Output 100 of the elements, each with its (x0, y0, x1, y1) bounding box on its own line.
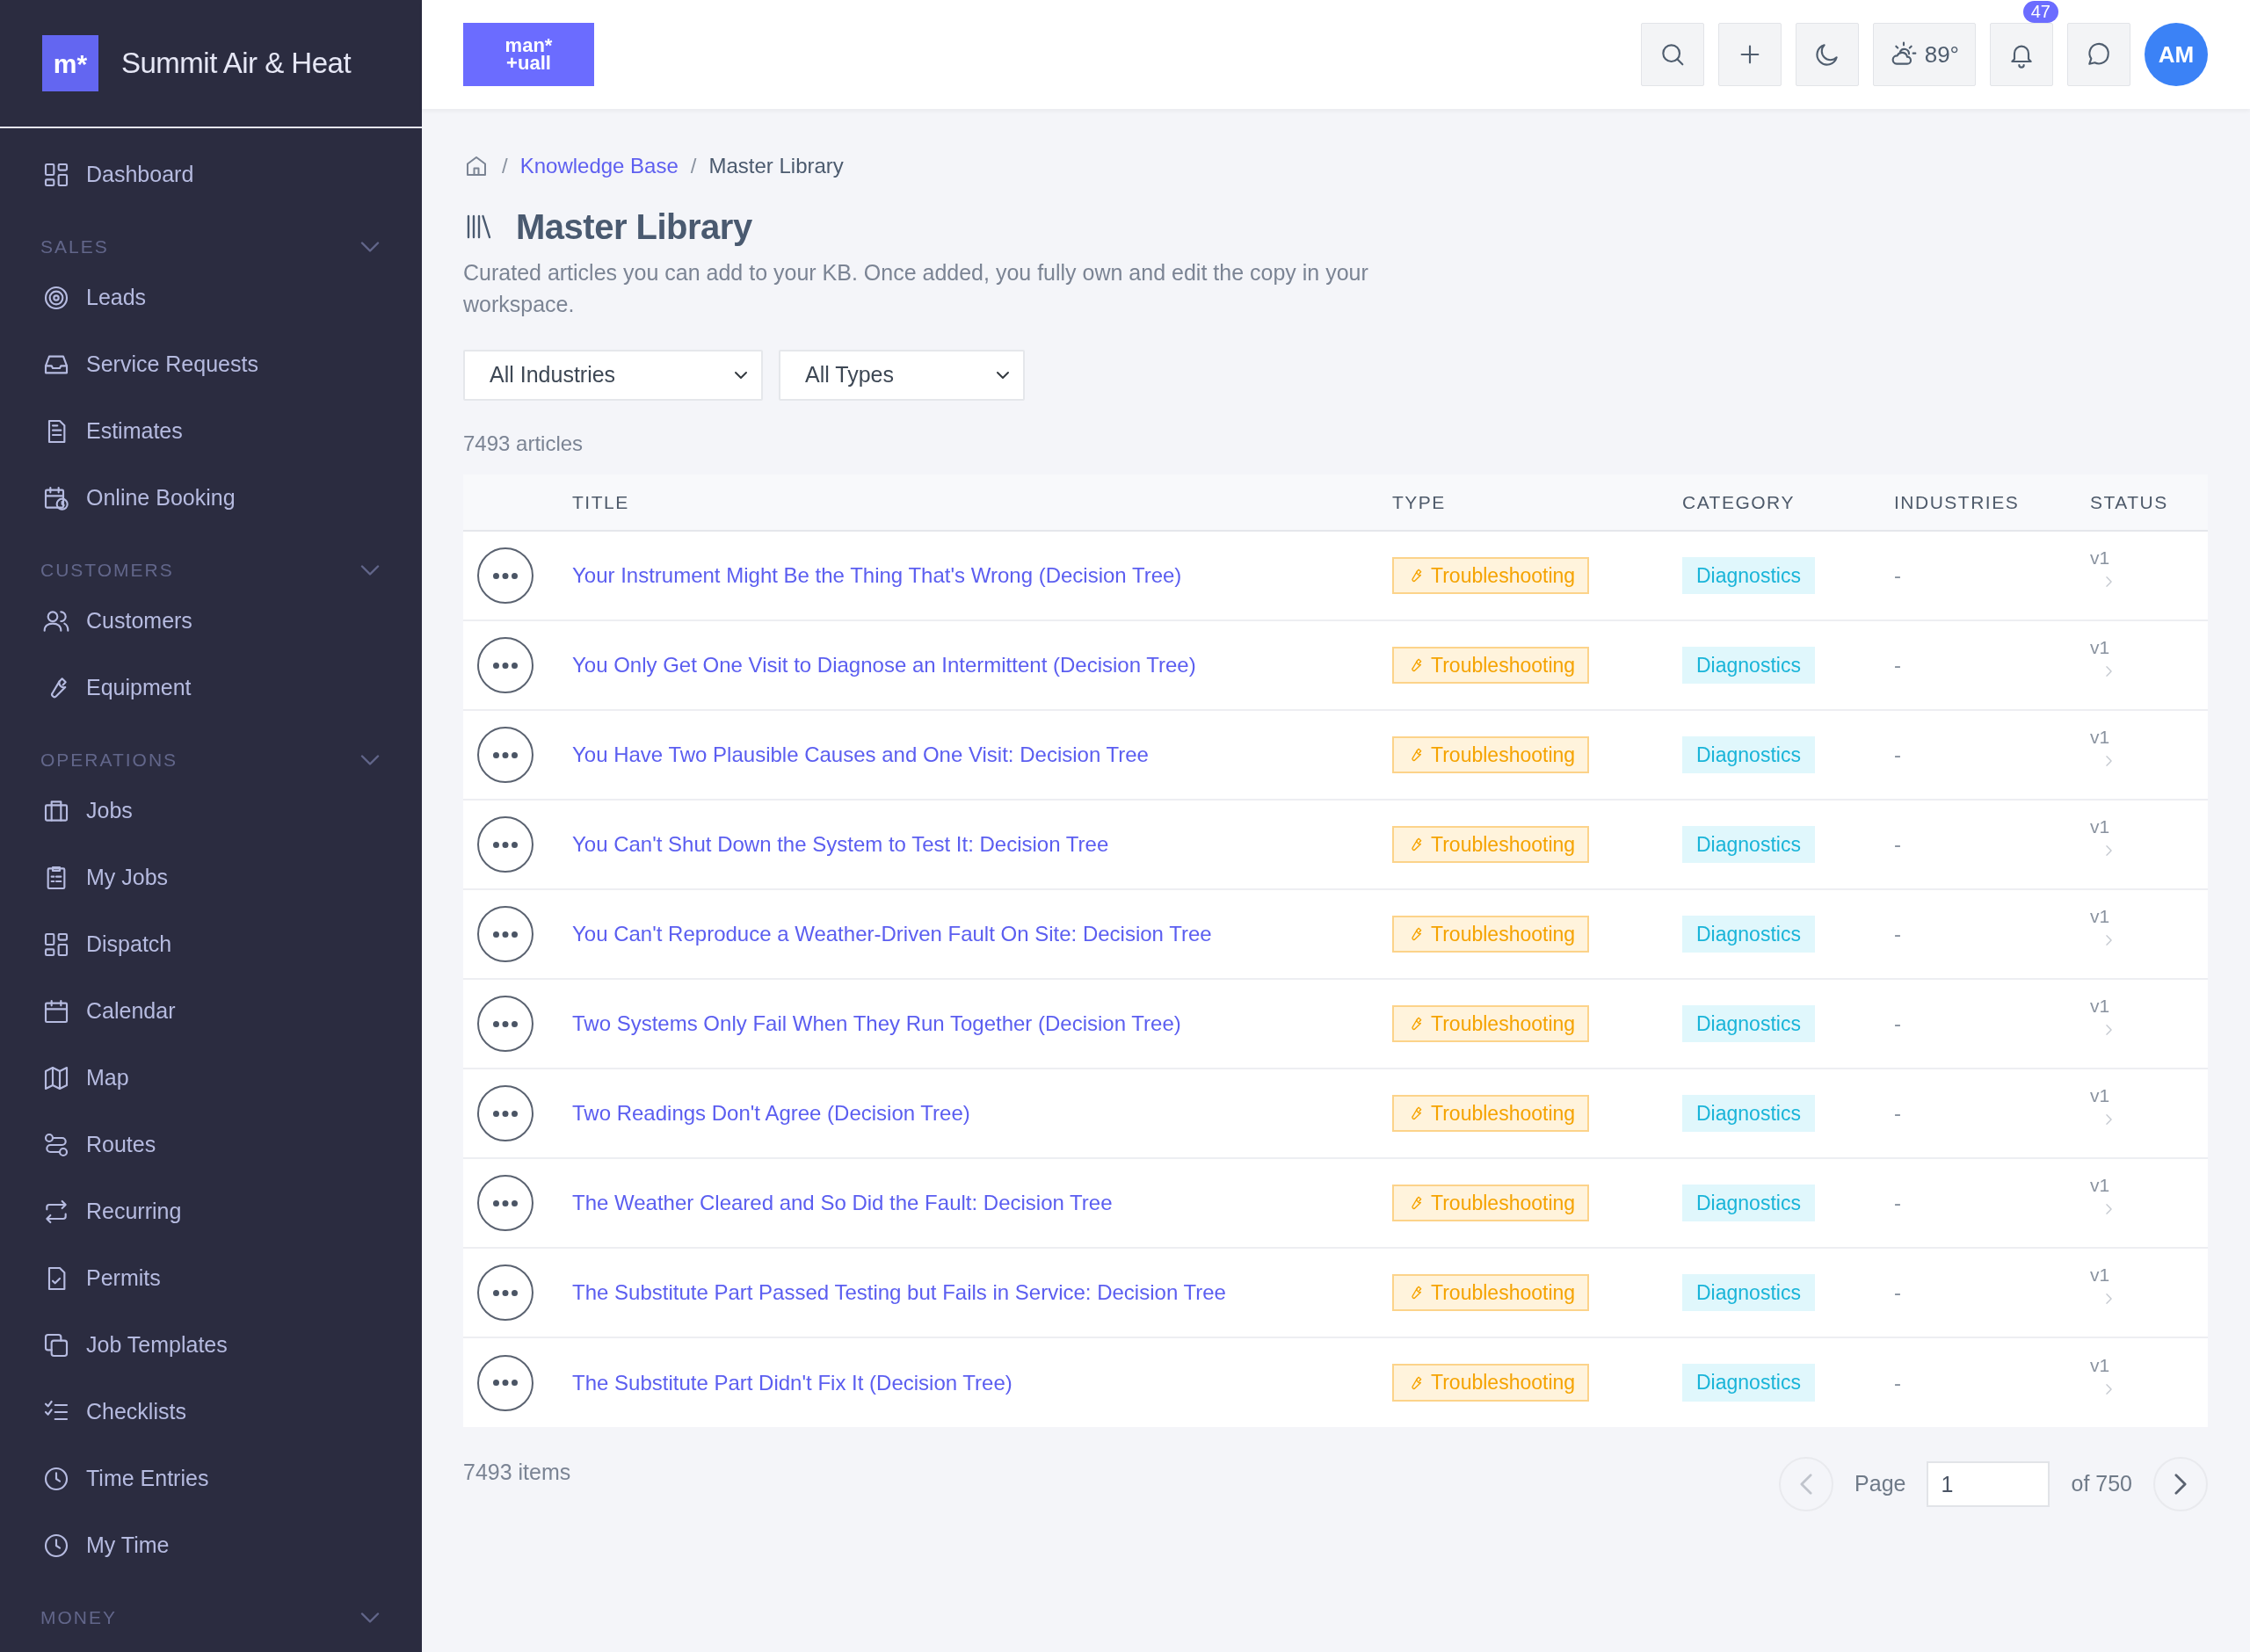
chevron-right-icon (2106, 1293, 2112, 1304)
category-badge: Diagnostics (1682, 1184, 1815, 1222)
column-header: INDUSTRIES (1883, 475, 2079, 531)
breadcrumb-separator: / (502, 153, 508, 179)
sidebar-item[interactable]: Map (0, 1045, 422, 1112)
type-label: Troubleshooting (1431, 742, 1576, 768)
column-header: TITLE (562, 475, 1382, 531)
more-button[interactable] (477, 816, 533, 873)
sidebar-item[interactable]: Dashboard (0, 141, 422, 208)
brand-name: Summit Air & Heat (121, 46, 352, 82)
sidebar-item[interactable]: Dispatch (0, 911, 422, 978)
clock-icon (42, 1465, 70, 1493)
weather-button[interactable]: 89° (1872, 23, 1976, 86)
sidebar-item[interactable]: Service Requests (0, 331, 422, 398)
category-badge: Diagnostics (1682, 1364, 1815, 1402)
industries-text: - (1894, 743, 1901, 766)
map-icon (42, 1064, 70, 1092)
breadcrumb-link[interactable]: Knowledge Base (519, 151, 679, 181)
status-text: v1 (2090, 1084, 2111, 1107)
sidebar-item[interactable]: Customers (0, 588, 422, 655)
article-title-link[interactable]: You Have Two Plausible Causes and One Visit: Decision Tree (572, 743, 1149, 766)
page-label: Page (1854, 1470, 1906, 1498)
more-button[interactable] (477, 996, 533, 1052)
column-header: TYPE (1382, 475, 1672, 531)
type-label: Troubleshooting (1431, 1100, 1576, 1127)
copy-icon (42, 1331, 70, 1359)
article-title-link[interactable]: You Can't Shut Down the System to Test It: Decision Tree (572, 832, 1109, 856)
industries-text: - (1894, 832, 1901, 856)
sidebar-item[interactable]: Recurring (0, 1178, 422, 1245)
type-label: Troubleshooting (1431, 921, 1576, 947)
type-label: Troubleshooting (1431, 1011, 1576, 1037)
chevron-right-icon (2106, 1204, 2112, 1214)
more-icon (493, 572, 518, 579)
sidebar-item[interactable]: Leads (0, 264, 422, 331)
breadcrumb-current: Master Library (708, 153, 844, 179)
more-button[interactable] (477, 637, 533, 693)
sidebar-item[interactable]: Calendar (0, 978, 422, 1045)
chevron-right-icon (2106, 576, 2112, 587)
filter-dropdown[interactable]: All Types (779, 350, 1025, 401)
article-count: 7493 articles (463, 431, 584, 457)
filter-dropdown[interactable]: All Industries (463, 350, 763, 401)
notifications-button[interactable] (1990, 23, 2053, 86)
chevron-right-icon (2106, 1383, 2112, 1395)
clock-icon (42, 1532, 70, 1560)
more-button[interactable] (477, 1085, 533, 1141)
chevron-right-icon (2106, 1114, 2112, 1125)
industries-text: - (1894, 1191, 1901, 1214)
article-title-link[interactable]: Two Readings Don't Agree (Decision Tree) (572, 1101, 970, 1125)
sidebar-item[interactable]: Jobs (0, 778, 422, 844)
type-label: Troubleshooting (1431, 562, 1576, 589)
industries-text: - (1894, 1280, 1901, 1304)
sidebar-item[interactable]: Routes (0, 1112, 422, 1178)
app-logo: man* +uall (463, 23, 594, 86)
type-label: Troubleshooting (1431, 1370, 1576, 1396)
more-button[interactable] (477, 1175, 533, 1231)
grid-icon (42, 931, 70, 959)
sidebar-item[interactable]: Permits (0, 1245, 422, 1312)
article-title-link[interactable]: The Substitute Part Didn't Fix It (Decision Tree) (572, 1370, 1012, 1395)
theme-button[interactable] (1795, 23, 1859, 86)
category-badge: Diagnostics (1682, 1094, 1815, 1133)
status-text: v1 (2090, 815, 2111, 838)
industries-text: - (1894, 1101, 1901, 1125)
calendar-clock-icon (42, 484, 70, 512)
sidebar-item[interactable]: Equipment (0, 655, 422, 721)
more-button[interactable] (477, 1264, 533, 1321)
sidebar-item[interactable]: Online Booking (0, 465, 422, 532)
article-title-link[interactable]: The Substitute Part Passed Testing but Fails in Service: Decision Tree (572, 1280, 1226, 1304)
avatar[interactable]: AM (2145, 23, 2208, 86)
more-button[interactable] (477, 906, 533, 962)
sidebar-item[interactable]: Job Templates (0, 1312, 422, 1379)
status-text: v1 (2090, 1353, 2111, 1377)
article-title-link[interactable]: Your Instrument Might Be the Thing That's Wrong (Decision Tree) (572, 563, 1182, 587)
sidebar-item[interactable]: My Jobs (0, 844, 422, 911)
sidebar-item[interactable]: Time Entries (0, 1446, 422, 1512)
status-text: v1 (2090, 1264, 2111, 1286)
industries-text: - (1894, 1011, 1901, 1035)
type-label: Troubleshooting (1431, 831, 1576, 858)
page-input[interactable]: 1 (1927, 1461, 2050, 1507)
more-button[interactable] (477, 547, 533, 604)
calendar-icon (42, 997, 70, 1025)
article-title-link[interactable]: Two Systems Only Fail When They Run Together (Decision Tree) (572, 1011, 1181, 1035)
sidebar-item[interactable]: My Time (0, 1512, 422, 1579)
sidebar-item[interactable]: Estimates (0, 398, 422, 465)
target-icon (42, 284, 70, 312)
article-title-link[interactable]: You Only Get One Visit to Diagnose an Intermittent (Decision Tree) (572, 653, 1196, 677)
status-text: v1 (2090, 726, 2111, 749)
route-icon (42, 1131, 70, 1159)
more-button[interactable] (477, 727, 533, 783)
chevron-down-icon (360, 755, 380, 765)
category-badge: Diagnostics (1682, 556, 1815, 595)
article-title-link[interactable]: You Can't Reproduce a Weather-Driven Fault On Site: Decision Tree (572, 922, 1212, 946)
type-label: Troubleshooting (1431, 1279, 1576, 1306)
search-button[interactable] (1640, 23, 1704, 86)
article-title-link[interactable]: The Weather Cleared and So Did the Fault: Decision Tree (572, 1191, 1113, 1214)
brand-logo: m* (42, 35, 98, 91)
more-icon (493, 1110, 518, 1117)
category-badge: Diagnostics (1682, 1273, 1815, 1312)
sidebar-item[interactable]: Checklists (0, 1379, 422, 1446)
chevron-right-icon (2106, 845, 2112, 856)
messages-button[interactable] (2067, 23, 2130, 86)
